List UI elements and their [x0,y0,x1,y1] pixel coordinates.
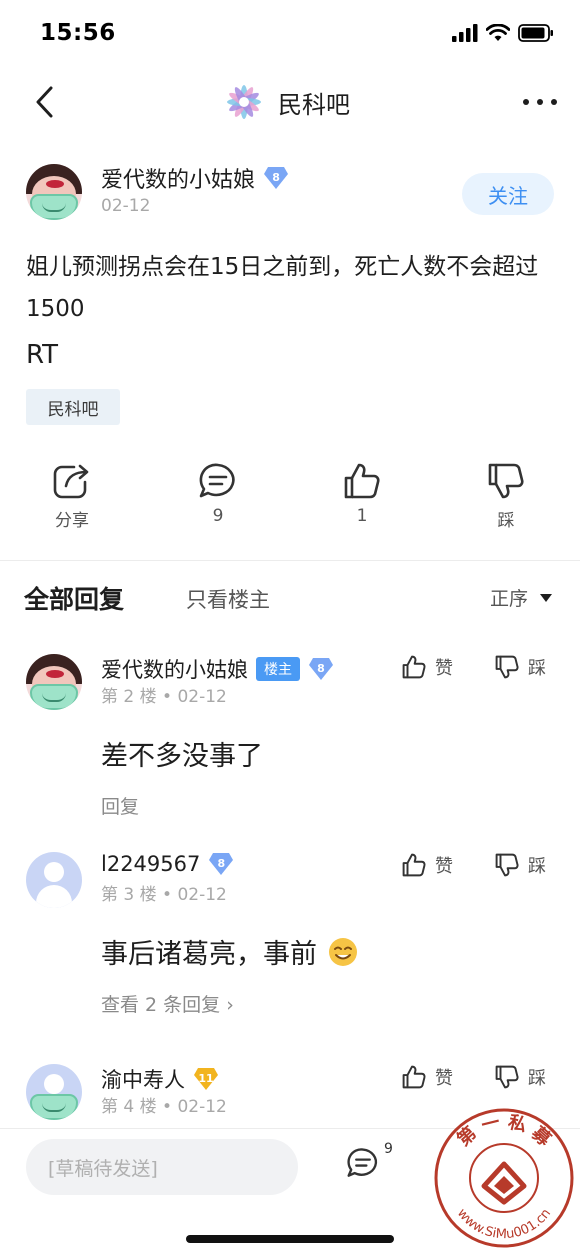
status-icons [452,24,554,42]
share-button[interactable]: 分享 [36,462,108,531]
comment-dislike-label: 踩 [528,856,546,877]
post-author-row: 爱代数的小姑娘 8 [101,162,289,194]
level-badge: 8 [263,166,289,190]
thumbs-up-icon [402,853,426,877]
chevron-left-icon [36,86,53,118]
share-label: 分享 [55,511,89,531]
comment-author-name[interactable]: 渝中寿人 [101,1064,185,1094]
comment-dislike-button[interactable]: 踩 [494,1064,546,1090]
caret-down-icon [540,593,552,602]
reply-draft-input[interactable]: [草稿待发送] [26,1139,298,1195]
comment-like-label: 赞 [435,856,453,877]
sort-order-label: 正序 [489,588,528,610]
thumbs-up-icon [344,463,380,499]
thumbs-down-icon [495,853,519,877]
comment-like-button[interactable]: 赞 [401,852,453,878]
comment-item: 爱代数的小姑娘 楼主 8 第 2 楼 • 02-12 赞 踩 差不多没事了 回复 [26,654,556,818]
comment-dislike-button[interactable]: 踩 [494,654,546,680]
status-time: 15:56 [40,20,116,46]
level-badge: 11 [193,1067,219,1091]
like-button[interactable]: 1 [326,462,398,526]
comment-text: 差不多没事了 [101,734,263,773]
comment-author-row: l2249567 8 [101,852,234,876]
comment-text-content: 差不多没事了 [101,741,263,772]
comment-like-button[interactable]: 赞 [401,1064,453,1090]
thumbs-down-icon [488,463,524,499]
tab-all-replies[interactable]: 全部回复 [24,580,124,616]
level-badge: 8 [208,852,234,876]
comment-author-name[interactable]: l2249567 [101,852,200,876]
comment-bubble-icon [199,463,235,498]
comment-meta: 第 3 楼 • 02-12 [101,885,227,905]
reply-sort-bar: 全部回复 只看楼主 正序 [0,574,580,620]
home-indicator [186,1235,394,1243]
level-badge: 8 [308,657,334,681]
sort-order-select[interactable]: 正序 [490,584,552,611]
post-action-row: 分享 9 1 踩 [0,462,580,534]
avatar[interactable] [26,654,82,710]
tab-owner-only[interactable]: 只看楼主 [186,584,270,614]
share-icon [53,464,89,499]
view-replies-link[interactable]: 查看 2 条回复 › [101,990,234,1017]
comment-count: 9 [212,506,224,526]
thumbs-up-icon [402,1065,426,1089]
bar-tag[interactable]: 民科吧 [26,389,120,425]
comment-item: l2249567 8 第 3 楼 • 02-12 赞 踩 事后诸葛亮，事前 查看… [26,852,556,1022]
comment-button[interactable]: 9 [182,462,254,526]
avatar[interactable] [26,1064,82,1120]
bottom-comment-count: 9 [384,1141,393,1157]
comment-meta: 第 4 楼 • 02-12 [101,1097,227,1117]
battery-icon [518,24,553,42]
comment-text: 事后诸葛亮，事前 [101,932,359,971]
dislike-label: 踩 [497,511,515,531]
cellular-signal-icon [452,24,478,42]
comment-author-name[interactable]: 爱代数的小姑娘 [101,654,248,684]
comment-like-button[interactable]: 赞 [401,654,453,680]
nav-title: 民科吧 [278,90,350,119]
comment-text-content: 事后诸葛亮，事前 [101,939,317,970]
divider [0,560,580,561]
more-dots-icon [523,99,557,105]
thumbs-down-icon [495,1065,519,1089]
bottom-comment-button[interactable] [346,1147,386,1187]
post-header: 爱代数的小姑娘 8 02-12 关注 [26,160,554,220]
nav-bar: 民科吧 [0,66,580,140]
follow-button[interactable]: 关注 [462,173,554,215]
reply-link[interactable]: 回复 [101,792,139,819]
comment-like-label: 赞 [435,1068,453,1089]
status-bar: 15:56 [0,0,580,66]
thumbs-down-icon [495,655,519,679]
comment-dislike-label: 踩 [528,1068,546,1089]
forum-logo-icon [227,85,261,119]
comment-author-row: 爱代数的小姑娘 楼主 8 [101,654,334,684]
owner-tag: 楼主 [256,657,300,681]
comment-dislike-label: 踩 [528,658,546,679]
comment-bubble-icon [347,1148,378,1177]
dislike-button[interactable]: 踩 [470,462,542,531]
like-count: 1 [356,506,368,526]
post-date: 02-12 [101,196,151,216]
post-author-name[interactable]: 爱代数的小姑娘 [101,162,255,194]
avatar[interactable] [26,164,82,220]
smile-emoji-icon [329,937,357,966]
back-button[interactable] [22,80,66,124]
comment-meta: 第 2 楼 • 02-12 [101,687,227,707]
more-button[interactable] [518,80,562,124]
forum-title-link[interactable]: 民科吧 [222,78,350,126]
avatar[interactable] [26,852,82,908]
post-body: RT [26,340,59,370]
thumbs-up-icon [402,655,426,679]
wifi-icon [486,24,510,41]
comment-like-label: 赞 [435,658,453,679]
comment-author-row: 渝中寿人 11 [101,1064,219,1094]
comment-dislike-button[interactable]: 踩 [494,852,546,878]
post-title: 姐儿预测拐点会在15日之前到，死亡人数不会超过1500 [26,254,539,322]
watermark-seal: 第 一 私 募 www.SiMu001.cn [434,1108,574,1248]
